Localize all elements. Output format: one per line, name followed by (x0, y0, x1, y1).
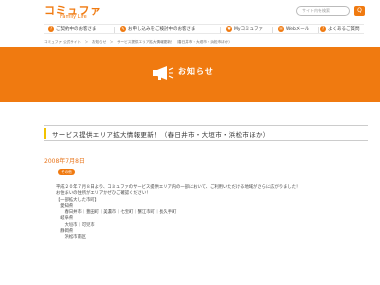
nav-divider (318, 27, 319, 33)
nav-divider (114, 27, 115, 33)
nav-item-webmail[interactable]: ✉ Webメール (278, 25, 309, 34)
search-icon: Q (357, 7, 362, 14)
page-title: お知らせ (178, 67, 214, 76)
site-header: コミュファ Family Life サイト内を検索 Q (0, 0, 380, 24)
heart-icon: ♥ (226, 25, 232, 32)
nav-item-label: Webメール (286, 27, 310, 32)
title-accent-bar (44, 128, 46, 139)
nav-item-faq[interactable]: ? よくあるご質問 (320, 25, 360, 34)
site-logo-sub: Family Life (60, 14, 87, 20)
body-line: 浜松市南区 (56, 235, 87, 241)
global-nav: ? ご契約中のお客さま ✎ お申し込みをご検討中のお客さま ♥ Myコミュファ ✉ We… (44, 24, 364, 34)
category-badge: その他 (58, 169, 75, 175)
nav-item-my-commufa[interactable]: ♥ Myコミュファ (226, 25, 263, 34)
breadcrumb[interactable]: コミュファ 公式サイト ＞ お知らせ ＞ サービス提供エリア拡大情報更新！（春日… (44, 40, 232, 45)
article-date: 2008年7月8日 (44, 158, 85, 165)
nav-item-label: ご契約中のお客さま (56, 27, 97, 32)
nav-item-contract-customers[interactable]: ? ご契約中のお客さま (48, 25, 97, 34)
search-button[interactable]: Q (354, 6, 365, 16)
nav-item-label: よくあるご質問 (328, 27, 360, 32)
nav-divider (220, 27, 221, 33)
article-body: 平成２０年７月８日より、コミュファのサービス提供エリア内の一部において、ご利用い… (56, 185, 356, 242)
question-icon: ? (48, 25, 54, 32)
nav-item-label: お申し込みをご検討中のお客さま (128, 27, 196, 32)
search-input[interactable]: サイト内を検索 (296, 6, 350, 16)
article-title-box: サービス提供エリア拡大情報更新！（春日井市・大垣市・浜松市ほか） (44, 125, 368, 141)
megaphone-icon (153, 66, 174, 80)
pen-icon: ✎ (120, 25, 126, 32)
nav-item-label: Myコミュファ (234, 27, 264, 32)
question-icon: ? (320, 25, 326, 32)
mail-icon: ✉ (278, 25, 284, 32)
article-title: サービス提供エリア拡大情報更新！（春日井市・大垣市・浜松市ほか） (52, 131, 270, 139)
nav-divider (272, 27, 273, 33)
page-banner: お知らせ (0, 47, 380, 102)
nav-item-prospective-customers[interactable]: ✎ お申し込みをご検討中のお客さま (120, 25, 196, 34)
